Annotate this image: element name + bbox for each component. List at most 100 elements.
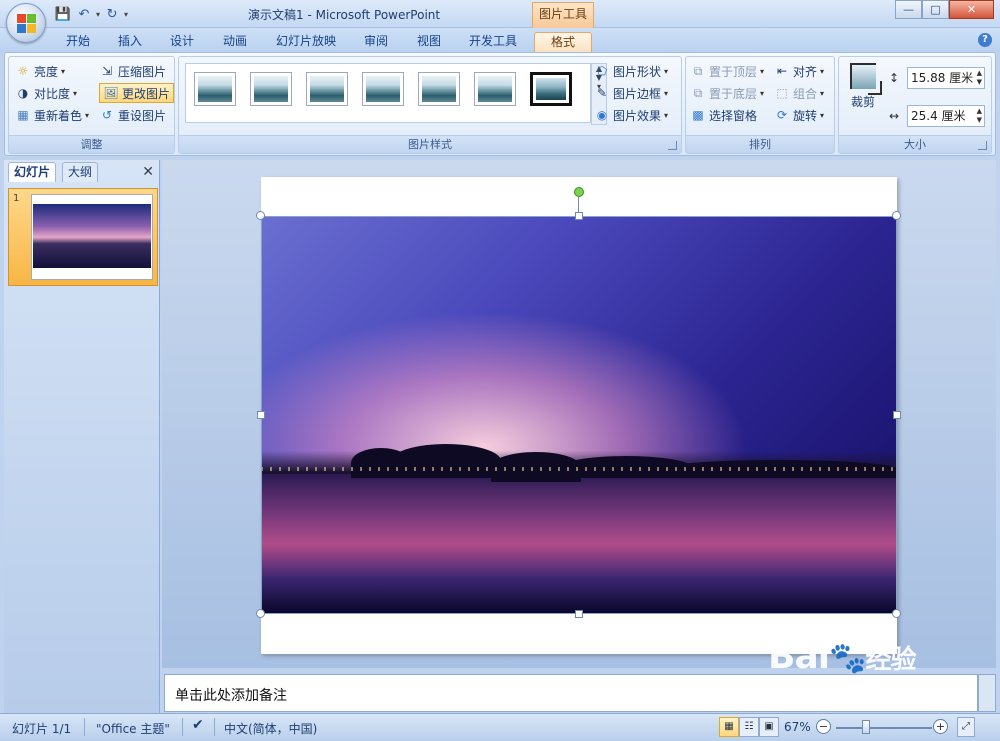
bring-front-icon: ⧉ [693, 63, 703, 78]
picture-styles-gallery[interactable]: ▲ ▼ ▾ [185, 63, 607, 125]
slide-editing-area [162, 160, 996, 668]
slides-pane: 幻灯片 大纲 ✕ 1 [4, 160, 160, 713]
tab-slideshow[interactable]: 幻灯片放映 [274, 32, 338, 52]
crop-button[interactable]: 裁剪 [843, 61, 883, 119]
close-pane-icon[interactable]: ✕ [142, 164, 154, 180]
reset-picture-icon: ↺ [101, 108, 113, 122]
picture-shape-button[interactable]: ⬠ 图片形状 ▾ [594, 61, 668, 81]
bring-to-front-button[interactable]: ⧉ 置于顶层 ▾ [690, 61, 764, 81]
slideshow-view-button[interactable]: ▣ [759, 717, 779, 737]
resize-handle-left[interactable] [257, 411, 265, 419]
style-thumb-7-selected[interactable] [530, 72, 572, 106]
title-bar: 💾 ↶ ▾ ↻ ▾ 演示文稿1 - Microsoft PowerPoint 图… [0, 0, 1000, 28]
fit-to-window-button[interactable]: ⤢ [957, 717, 975, 737]
height-spinner[interactable]: 15.88 厘米 ▲ ▼ [907, 67, 985, 89]
size-launcher-icon[interactable] [978, 141, 987, 150]
resize-handle-top[interactable] [575, 212, 583, 220]
window-controls: — □ ✕ [895, 0, 994, 19]
send-back-icon: ⧉ [693, 85, 703, 100]
height-spin-arrows-icon[interactable]: ▲ ▼ [977, 69, 982, 87]
zoom-in-button[interactable]: + [933, 719, 948, 734]
tab-view[interactable]: 视图 [413, 32, 445, 52]
compress-pictures-button[interactable]: ⇲ 压缩图片 [99, 61, 166, 81]
change-picture-button[interactable]: 🖼 更改图片 [99, 83, 175, 103]
adjust-group: ☼ 亮度 ▾ ◑ 对比度 ▾ ▦ 重新着色 ▾ ⇲ 压缩图片 🖼 更改图片 ↺ 重设图… [8, 56, 175, 154]
align-button[interactable]: ⇤ 对齐 ▾ [774, 61, 824, 81]
notes-scrollbar[interactable] [978, 674, 996, 712]
zoom-level[interactable]: 67% [784, 720, 811, 734]
ribbon-tabs: 开始 插入 设计 动画 幻灯片放映 审阅 视图 开发工具 格式 [0, 28, 1000, 52]
tab-review[interactable]: 审阅 [360, 32, 392, 52]
picture-styles-launcher-icon[interactable] [668, 141, 677, 150]
minimize-button[interactable]: — [895, 0, 922, 19]
save-icon[interactable]: 💾 [54, 5, 72, 23]
arrange-group-label: 排列 [686, 135, 834, 153]
tab-developer[interactable]: 开发工具 [465, 32, 521, 52]
picture-border-button[interactable]: ✎ 图片边框 ▾ [594, 83, 668, 103]
group-icon: ⬚ [776, 86, 788, 100]
tab-format[interactable]: 格式 [534, 32, 592, 52]
normal-view-button[interactable]: ▦ [719, 717, 739, 737]
slide-thumbnail-item[interactable]: 1 [8, 188, 158, 286]
slide-sorter-view-button[interactable]: ☷ [739, 717, 759, 737]
resize-handle-top-left[interactable] [256, 211, 265, 220]
spell-check-icon[interactable]: ✔ [192, 717, 204, 733]
help-icon[interactable]: ? [978, 33, 992, 47]
picture-effects-button[interactable]: ◉ 图片效果 ▾ [594, 105, 668, 125]
reset-picture-button[interactable]: ↺ 重设图片 [99, 105, 166, 125]
undo-icon[interactable]: ↶ [75, 5, 93, 23]
tab-animations[interactable]: 动画 [219, 32, 251, 52]
resize-handle-bottom-left[interactable] [256, 609, 265, 618]
send-to-back-button[interactable]: ⧉ 置于底层 ▾ [690, 83, 764, 103]
redo-icon[interactable]: ↻ [103, 5, 121, 23]
crop-icon [850, 63, 882, 95]
style-thumb-4[interactable] [362, 72, 404, 106]
tab-insert[interactable]: 插入 [114, 32, 146, 52]
tab-home[interactable]: 开始 [62, 32, 94, 52]
status-bar: 幻灯片 1/1 "Office 主题" ✔ 中文(简体，中国) ▦ ☷ ▣ 67… [0, 713, 1000, 741]
selection-pane-button[interactable]: ▩ 选择窗格 [690, 105, 757, 125]
picture-border-icon: ✎ [596, 86, 608, 100]
width-spinner[interactable]: 25.4 厘米 ▲ ▼ [907, 105, 985, 127]
notes-placeholder: 单击此处添加备注 [175, 688, 287, 704]
maximize-button[interactable]: □ [922, 0, 949, 19]
picture-effects-icon: ◉ [596, 108, 608, 122]
rotate-icon: ⟳ [776, 108, 788, 122]
align-icon: ⇤ [776, 64, 788, 78]
brightness-button[interactable]: ☼ 亮度 ▾ [15, 61, 65, 81]
resize-handle-right[interactable] [893, 411, 901, 419]
office-button[interactable] [6, 3, 46, 43]
width-icon: ↔ [889, 109, 900, 123]
customize-toolbar-icon[interactable]: ▾ [124, 10, 128, 19]
zoom-slider-thumb[interactable] [862, 720, 870, 734]
width-spin-arrows-icon[interactable]: ▲ ▼ [977, 107, 982, 125]
style-thumb-6[interactable] [474, 72, 516, 106]
picture-shape-icon: ⬠ [596, 64, 608, 78]
resize-handle-top-right[interactable] [892, 211, 901, 220]
style-thumb-2[interactable] [250, 72, 292, 106]
resize-handle-bottom[interactable] [575, 610, 583, 618]
group-button[interactable]: ⬚ 组合 ▾ [774, 83, 824, 103]
style-thumb-1[interactable] [194, 72, 236, 106]
recolor-icon: ▦ [17, 108, 29, 122]
tab-design[interactable]: 设计 [166, 32, 198, 52]
zoom-out-button[interactable]: − [816, 719, 831, 734]
tab-slides[interactable]: 幻灯片 [8, 162, 57, 182]
close-button[interactable]: ✕ [949, 0, 994, 19]
style-thumb-5[interactable] [418, 72, 460, 106]
theme-name: "Office 主题" [96, 722, 170, 736]
slide-canvas[interactable] [256, 177, 901, 654]
resize-handle-bottom-right[interactable] [892, 609, 901, 618]
rotate-button[interactable]: ⟳ 旋转 ▾ [774, 105, 824, 125]
recolor-button[interactable]: ▦ 重新着色 ▾ [15, 105, 89, 125]
compress-icon: ⇲ [101, 64, 113, 78]
undo-dropdown-icon[interactable]: ▾ [96, 10, 100, 19]
contrast-button[interactable]: ◑ 对比度 ▾ [15, 83, 77, 103]
zoom-slider-track[interactable] [836, 727, 932, 729]
rotation-handle[interactable] [574, 187, 584, 197]
picture-styles-group-label: 图片样式 [179, 135, 681, 153]
size-group: 裁剪 ↕ 15.88 厘米 ▲ ▼ ↔ 25.4 厘米 ▲ ▼ 大小 [838, 56, 992, 154]
slide-number: 1 [13, 193, 20, 204]
style-thumb-3[interactable] [306, 72, 348, 106]
tab-outline[interactable]: 大纲 [62, 162, 99, 182]
